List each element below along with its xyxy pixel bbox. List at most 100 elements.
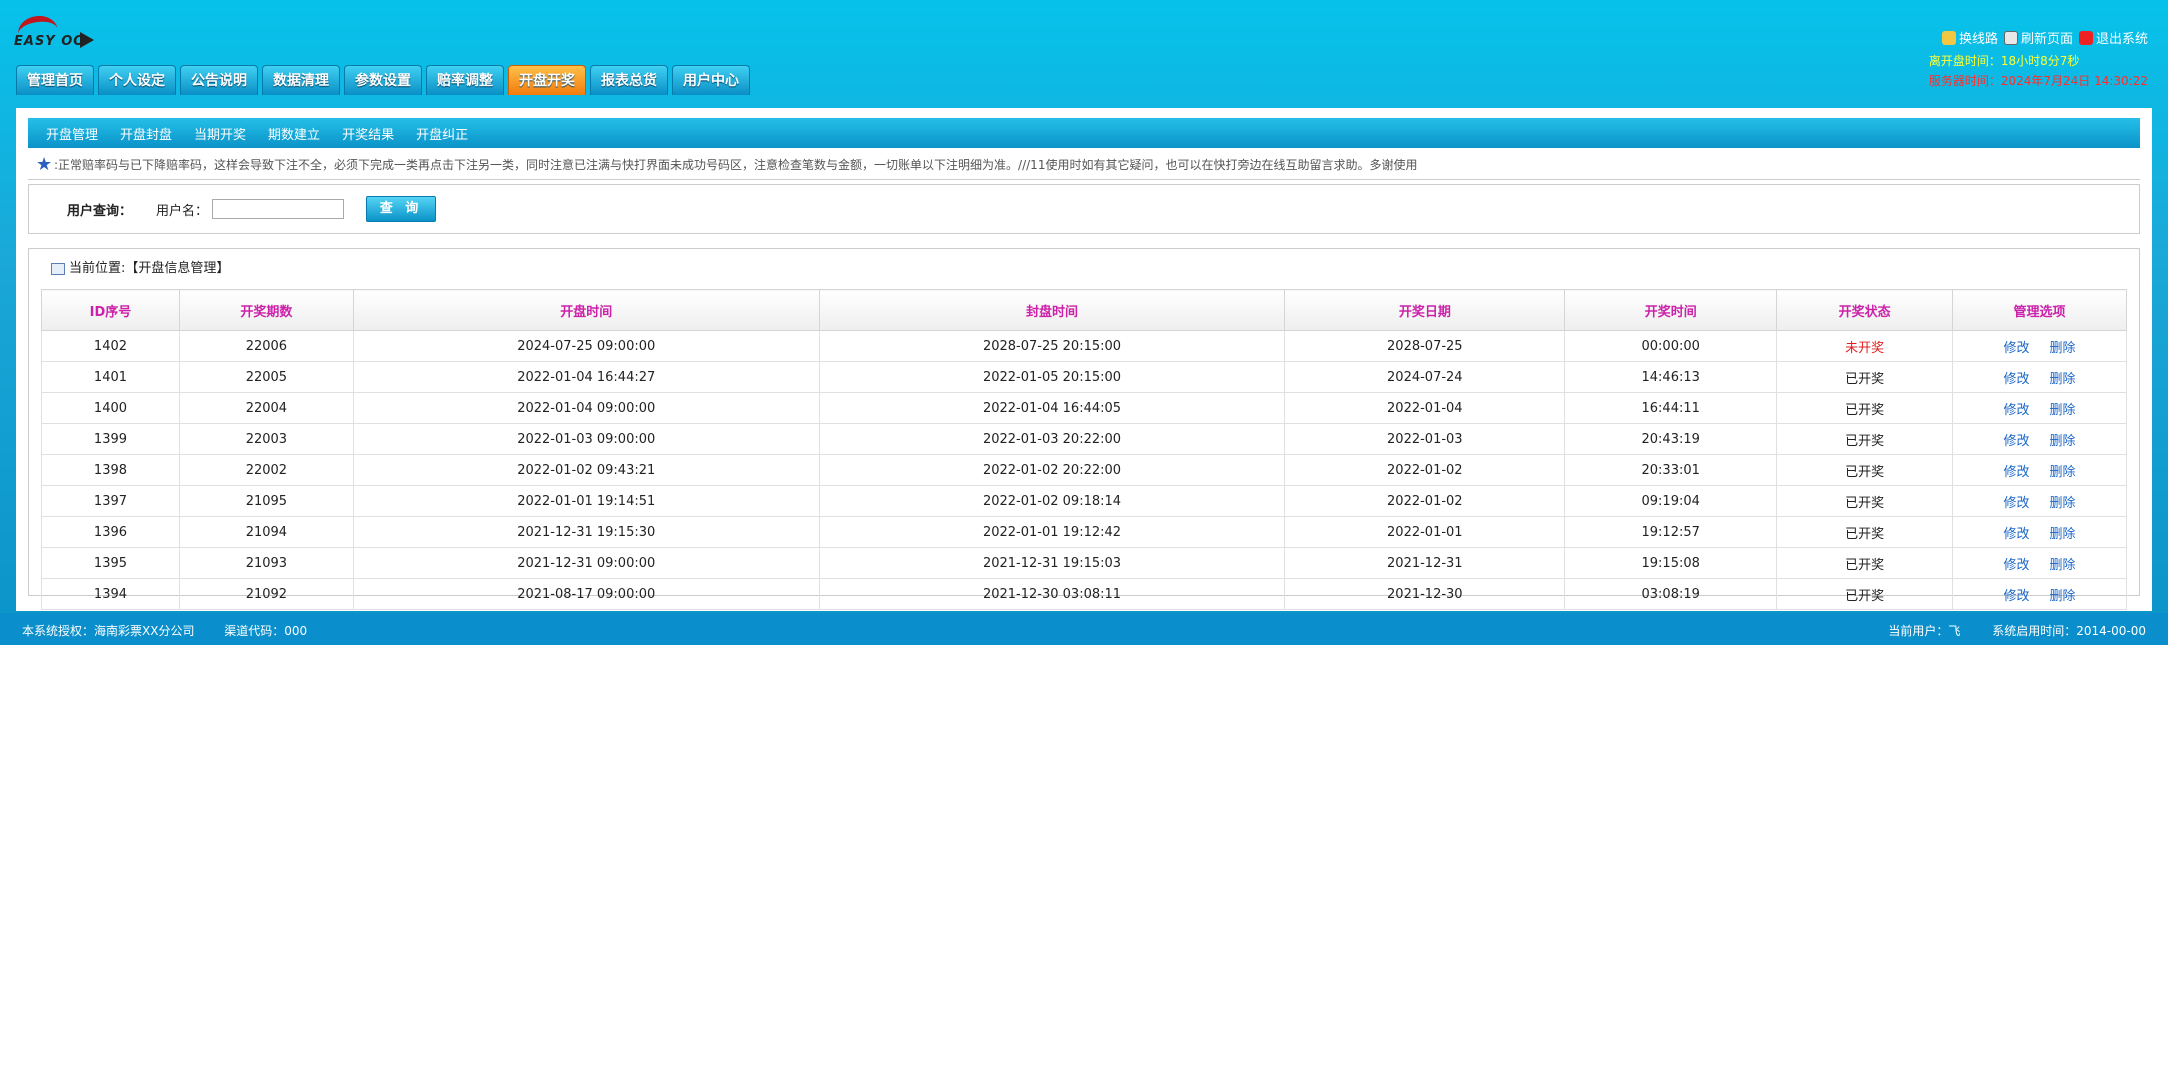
cell-actions: 修改 删除	[1952, 454, 2127, 486]
cell-draw-time: 19:12:57	[1564, 516, 1778, 548]
cell-open-time: 2021-12-31 19:15:30	[352, 516, 820, 548]
cell-draw-time: 16:44:11	[1564, 392, 1778, 424]
cell-id: 1397	[41, 485, 180, 517]
cell-period: 21092	[178, 578, 354, 610]
cell-close-time: 2022-01-03 20:22:00	[818, 423, 1286, 455]
table-header: ID序号 开奖期数 开盘时间 封盘时间 开奖日期 开奖时间 开奖状态 管理选项	[41, 289, 2127, 331]
edit-link[interactable]: 修改	[2004, 527, 2030, 542]
cell-open-time: 2021-12-31 09:00:00	[352, 547, 820, 579]
nav-tab-3[interactable]: 数据清理	[262, 65, 340, 95]
edit-link[interactable]: 修改	[2004, 496, 2030, 511]
nav-tab-8[interactable]: 用户中心	[672, 65, 750, 95]
cell-open-time: 2022-01-04 16:44:27	[352, 361, 820, 393]
cell-draw-time: 00:00:00	[1564, 330, 1778, 362]
cell-draw-date: 2022-01-02	[1284, 485, 1566, 517]
column-header: 开奖状态	[1776, 289, 1954, 331]
notice-bar: ★ :正常赔率码与已下降赔率码，这样会导致下注不全，必须下完成一类再点击下注另一…	[28, 150, 2140, 180]
swap-line-label: 换线路	[1958, 32, 1998, 47]
column-header: 开盘时间	[352, 289, 820, 331]
system-start-time: 系统启用时间：2014-00-00	[1992, 624, 2146, 638]
period-table: ID序号 开奖期数 开盘时间 封盘时间 开奖日期 开奖时间 开奖状态 管理选项 1402 220…	[41, 289, 2127, 610]
edit-link[interactable]: 修改	[2004, 465, 2030, 480]
breadcrumb: 当前位置:【开盘信息管理】	[51, 259, 229, 279]
subnav-item-3[interactable]: 期数建立	[268, 124, 320, 143]
subnav-item-0[interactable]: 开盘管理	[46, 124, 98, 143]
edit-link[interactable]: 修改	[2004, 589, 2030, 604]
edit-link[interactable]: 修改	[2004, 341, 2030, 356]
delete-link[interactable]: 删除	[2050, 465, 2076, 480]
nav-tab-5[interactable]: 赔率调整	[426, 65, 504, 95]
delete-link[interactable]: 删除	[2050, 434, 2076, 449]
table-row: 1399 22003 2022-01-03 09:00:00 2022-01-03 2…	[41, 423, 2127, 455]
edit-link[interactable]: 修改	[2004, 434, 2030, 449]
subnav-item-2[interactable]: 当期开奖	[194, 124, 246, 143]
cell-draw-time: 14:46:13	[1564, 361, 1778, 393]
cell-status: 已开奖	[1776, 454, 1954, 486]
content-box: 当前位置:【开盘信息管理】 ID序号 开奖期数 开盘时间 封盘时间 开奖日期 开奖时间 开奖…	[28, 248, 2140, 610]
cell-draw-time: 03:08:19	[1564, 578, 1778, 610]
table-row: 1396 21094 2021-12-31 19:15:30 2022-01-01 1…	[41, 516, 2127, 548]
cell-period: 22003	[178, 423, 354, 455]
cell-close-time: 2022-01-02 09:18:14	[818, 485, 1286, 517]
cell-draw-date: 2028-07-25	[1284, 330, 1566, 362]
cell-open-time: 2022-01-04 09:00:00	[352, 392, 820, 424]
nav-tab-6[interactable]: 开盘开奖	[508, 65, 586, 95]
sub-nav: 开盘管理 开盘封盘 当期开奖 期数建立 开奖结果 开盘纠正	[28, 118, 2140, 148]
nav-tab-4[interactable]: 参数设置	[344, 65, 422, 95]
nav-tab-0[interactable]: 管理首页	[16, 65, 94, 95]
refresh-label: 刷新页面	[2020, 32, 2073, 47]
cell-actions: 修改 删除	[1952, 578, 2127, 610]
subnav-item-5[interactable]: 开盘纠正	[416, 124, 468, 143]
delete-link[interactable]: 删除	[2050, 527, 2076, 542]
cell-draw-date: 2022-01-04	[1284, 392, 1566, 424]
edit-link[interactable]: 修改	[2004, 372, 2030, 387]
header: EASY OO 管理首页 个人设定 公告说明 数据清理 参数设置 赔率调整 开盘开奖 报表总货…	[0, 0, 2168, 98]
server-time: 服务器时间：2024年7月24日 14:30:22	[1928, 74, 2148, 88]
cell-actions: 修改 删除	[1952, 516, 2127, 548]
delete-link[interactable]: 删除	[2050, 341, 2076, 356]
nav-tab-2[interactable]: 公告说明	[180, 65, 258, 95]
cell-draw-time: 19:15:08	[1564, 547, 1778, 579]
table-row: 1402 22006 2024-07-25 09:00:00 2028-07-25 2…	[41, 330, 2127, 362]
delete-link[interactable]: 删除	[2050, 558, 2076, 573]
cell-close-time: 2022-01-05 20:15:00	[818, 361, 1286, 393]
username-input[interactable]	[212, 199, 345, 219]
table-row: 1394 21092 2021-08-17 09:00:00 2021-12-30 0…	[41, 578, 2127, 610]
footer: 本系统授权：海南彩票XX分公司 渠道代码：000 当前用户：飞 系统启用时间：2…	[0, 613, 2168, 645]
username-label: 用户名：	[156, 203, 209, 219]
cell-draw-date: 2022-01-03	[1284, 423, 1566, 455]
license-text: 本系统授权：海南彩票XX分公司	[22, 624, 195, 638]
nav-tab-1[interactable]: 个人设定	[98, 65, 176, 95]
delete-link[interactable]: 删除	[2050, 403, 2076, 418]
cell-id: 1398	[41, 454, 180, 486]
cell-status: 已开奖	[1776, 423, 1954, 455]
cell-draw-time: 09:19:04	[1564, 485, 1778, 517]
logout-icon	[2078, 30, 2093, 45]
swap-line-link[interactable]: 换线路	[1941, 28, 1998, 47]
cell-open-time: 2022-01-03 09:00:00	[352, 423, 820, 455]
table-row: 1395 21093 2021-12-31 09:00:00 2021-12-31 1…	[41, 547, 2127, 579]
subnav-item-4[interactable]: 开奖结果	[342, 124, 394, 143]
search-button[interactable]: 查 询	[366, 196, 437, 222]
cell-draw-date: 2024-07-24	[1284, 361, 1566, 393]
delete-link[interactable]: 删除	[2050, 589, 2076, 604]
subnav-item-1[interactable]: 开盘封盘	[120, 124, 172, 143]
cell-status: 已开奖	[1776, 516, 1954, 548]
edit-link[interactable]: 修改	[2004, 403, 2030, 418]
column-header: 封盘时间	[818, 289, 1286, 331]
delete-link[interactable]: 删除	[2050, 496, 2076, 511]
cell-close-time: 2022-01-01 19:12:42	[818, 516, 1286, 548]
logout-link[interactable]: 退出系统	[2078, 28, 2148, 47]
table-row: 1401 22005 2022-01-04 16:44:27 2022-01-05 2…	[41, 361, 2127, 393]
refresh-link[interactable]: 刷新页面	[2003, 28, 2073, 47]
cell-id: 1395	[41, 547, 180, 579]
breadcrumb-text: 当前位置:【开盘信息管理】	[69, 261, 230, 276]
cell-draw-date: 2021-12-31	[1284, 547, 1566, 579]
cell-actions: 修改 删除	[1952, 547, 2127, 579]
search-title: 用户查询：	[67, 203, 133, 219]
edit-link[interactable]: 修改	[2004, 558, 2030, 573]
table-row: 1398 22002 2022-01-02 09:43:21 2022-01-02 2…	[41, 454, 2127, 486]
user-search: 用户查询： 用户名： 查 询	[28, 184, 2140, 234]
nav-tab-7[interactable]: 报表总货	[590, 65, 668, 95]
delete-link[interactable]: 删除	[2050, 372, 2076, 387]
